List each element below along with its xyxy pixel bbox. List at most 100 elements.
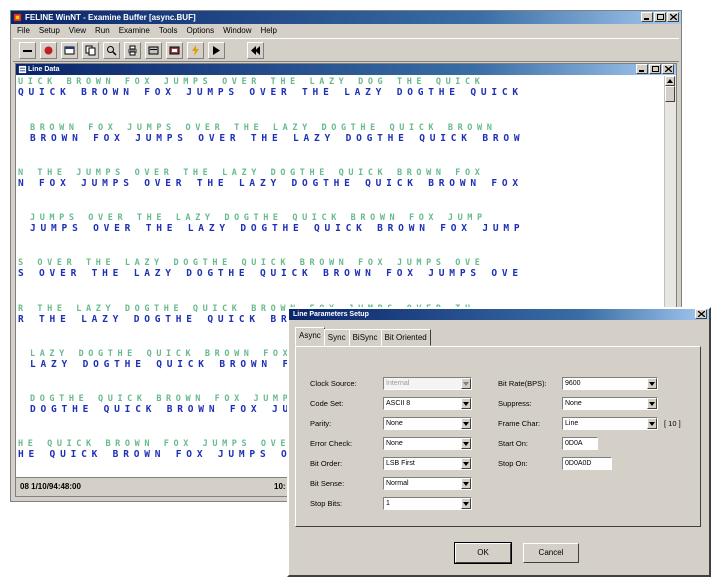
menu-view[interactable]: View bbox=[69, 25, 86, 36]
scroll-up-button[interactable] bbox=[665, 76, 675, 86]
ok-button[interactable]: OK bbox=[454, 542, 512, 564]
chevron-down-icon bbox=[463, 401, 469, 406]
toolbar-buffer-button[interactable] bbox=[145, 41, 162, 59]
toolbar-play-button[interactable] bbox=[208, 41, 225, 59]
tab-bit-oriented[interactable]: Bit Oriented bbox=[380, 329, 431, 346]
line-data-close-button[interactable] bbox=[662, 64, 674, 74]
bit-order-dropdown[interactable] bbox=[461, 458, 471, 469]
close-button[interactable] bbox=[667, 12, 679, 22]
bit-sense-label: Bit Sense: bbox=[310, 479, 345, 488]
parity-select[interactable]: None bbox=[383, 417, 472, 430]
data-line: N THE JUMPS OVER THE LAZY DOGTHE QUICK B… bbox=[18, 168, 523, 189]
bit-order-select[interactable]: LSB First bbox=[383, 457, 472, 470]
frame-char-select[interactable]: Line bbox=[562, 417, 658, 430]
data-line-bottom: N FOX JUMPS OVER THE LAZY DOGTHE QUICK B… bbox=[18, 178, 523, 189]
toolbar-copy-button[interactable] bbox=[82, 41, 99, 59]
menu-bar: File Setup View Run Examine Tools Option… bbox=[13, 25, 277, 36]
status-timestamp: 08 1/10/94:48:00 bbox=[20, 482, 81, 491]
chevron-down-icon bbox=[463, 441, 469, 446]
start-on-field: Start On: 0D0A bbox=[498, 437, 678, 450]
bolt-icon bbox=[192, 44, 199, 56]
chevron-down-icon bbox=[463, 461, 469, 466]
code-set-select[interactable]: ASCII 8 bbox=[383, 397, 472, 410]
start-on-input[interactable]: 0D0A bbox=[562, 437, 598, 450]
suppress-field: Suppress: None bbox=[498, 397, 678, 410]
error-check-select[interactable]: None bbox=[383, 437, 472, 450]
data-line-bottom: S OVER THE LAZY DOGTHE QUICK BROWN FOX J… bbox=[18, 268, 523, 279]
dialog-title: Line Parameters Setup bbox=[293, 311, 369, 318]
parity-dropdown[interactable] bbox=[461, 418, 471, 429]
line-data-icon bbox=[18, 65, 27, 74]
print-icon bbox=[128, 45, 137, 55]
error-check-label: Error Check: bbox=[310, 439, 353, 448]
dialog-title-bar[interactable]: Line Parameters Setup bbox=[289, 309, 709, 320]
toolbar-bolt-button[interactable] bbox=[187, 41, 204, 59]
menu-window[interactable]: Window bbox=[223, 25, 251, 36]
tab-sync[interactable]: Sync bbox=[323, 329, 350, 346]
menu-help[interactable]: Help bbox=[261, 25, 277, 36]
clock-source-select[interactable]: Internal bbox=[383, 377, 472, 390]
menu-run[interactable]: Run bbox=[95, 25, 110, 36]
line-data-minimize-button[interactable] bbox=[636, 64, 648, 74]
toolbar-record-button[interactable] bbox=[40, 41, 57, 59]
line-data-title: Line Data bbox=[28, 66, 60, 73]
start-on-label: Start On: bbox=[498, 439, 529, 448]
menu-options[interactable]: Options bbox=[187, 25, 215, 36]
clock-source-label: Clock Source: bbox=[310, 379, 357, 388]
chevron-down-icon bbox=[463, 481, 469, 486]
data-line: S OVER THE LAZY DOGTHE QUICK BROWN FOX J… bbox=[18, 258, 523, 279]
clock-source-dropdown[interactable] bbox=[461, 378, 471, 389]
suppress-dropdown[interactable] bbox=[647, 398, 657, 409]
cancel-button[interactable]: Cancel bbox=[523, 543, 579, 563]
toolbar-window-button[interactable] bbox=[61, 41, 78, 59]
bit-sense-dropdown[interactable] bbox=[461, 478, 471, 489]
close-icon bbox=[664, 66, 672, 72]
copy-icon bbox=[85, 45, 96, 55]
minimize-button[interactable] bbox=[641, 12, 653, 22]
toolbar-print-button[interactable] bbox=[124, 41, 141, 59]
data-line: BROWN FOX JUMPS OVER THE LAZY DOGTHE QUI… bbox=[30, 123, 524, 144]
stop-on-input[interactable]: 0D0A0D bbox=[562, 457, 612, 470]
code-set-dropdown[interactable] bbox=[461, 398, 471, 409]
stop-bits-label: Stop Bits: bbox=[310, 499, 343, 508]
minimize-icon bbox=[644, 18, 649, 20]
frame-char-dropdown[interactable] bbox=[647, 418, 657, 429]
suppress-select[interactable]: None bbox=[562, 397, 658, 410]
parity-label: Parity: bbox=[310, 419, 332, 428]
toolbar-minus-button[interactable] bbox=[19, 41, 36, 59]
toolbar-filter-button[interactable] bbox=[166, 41, 183, 59]
frame-char-label: Frame Char: bbox=[498, 419, 541, 428]
frame-char-field: Frame Char: Line [ 10 ] bbox=[498, 417, 708, 430]
bit-sense-select[interactable]: Normal bbox=[383, 477, 472, 490]
bit-rate-dropdown[interactable] bbox=[647, 378, 657, 389]
stop-on-field: Stop On: 0D0A0D bbox=[498, 457, 678, 470]
tab-bisync[interactable]: BiSync bbox=[348, 329, 382, 346]
stop-bits-select[interactable]: 1 bbox=[383, 497, 472, 510]
error-check-dropdown[interactable] bbox=[461, 438, 471, 449]
scroll-thumb[interactable] bbox=[665, 86, 675, 102]
bit-rate-select[interactable]: 9600 bbox=[562, 377, 658, 390]
stop-bits-field: Stop Bits: 1 bbox=[310, 497, 480, 510]
data-line-bottom: QUICK BROWN FOX JUMPS OVER THE LAZY DOGT… bbox=[18, 87, 523, 98]
maximize-button[interactable] bbox=[654, 12, 666, 22]
stop-bits-dropdown[interactable] bbox=[461, 498, 471, 509]
main-title-bar[interactable]: FELINE WinNT - Examine Buffer [async.BUF… bbox=[11, 11, 681, 24]
dialog-close-button[interactable] bbox=[695, 309, 707, 319]
toolbar-search-button[interactable] bbox=[103, 41, 120, 59]
error-check-field: Error Check: None bbox=[310, 437, 480, 450]
parity-field: Parity: None bbox=[310, 417, 480, 430]
line-data-title-bar[interactable]: Line Data bbox=[16, 64, 676, 75]
toolbar-rewind-button[interactable] bbox=[247, 41, 264, 59]
data-line-top: BROWN FOX JUMPS OVER THE LAZY DOGTHE QUI… bbox=[30, 123, 497, 133]
data-line-top: JUMPS OVER THE LAZY DOGTHE QUICK BROWN F… bbox=[30, 213, 487, 223]
menu-setup[interactable]: Setup bbox=[39, 25, 60, 36]
menu-file[interactable]: File bbox=[17, 25, 30, 36]
menu-tools[interactable]: Tools bbox=[159, 25, 178, 36]
line-data-maximize-button[interactable] bbox=[649, 64, 661, 74]
minus-icon bbox=[23, 49, 32, 52]
maximize-icon bbox=[656, 14, 664, 20]
data-line-bottom: BROWN FOX JUMPS OVER THE LAZY DOGTHE QUI… bbox=[30, 133, 525, 144]
menu-examine[interactable]: Examine bbox=[119, 25, 150, 36]
tab-async[interactable]: Async bbox=[295, 327, 325, 346]
record-icon bbox=[44, 46, 53, 54]
